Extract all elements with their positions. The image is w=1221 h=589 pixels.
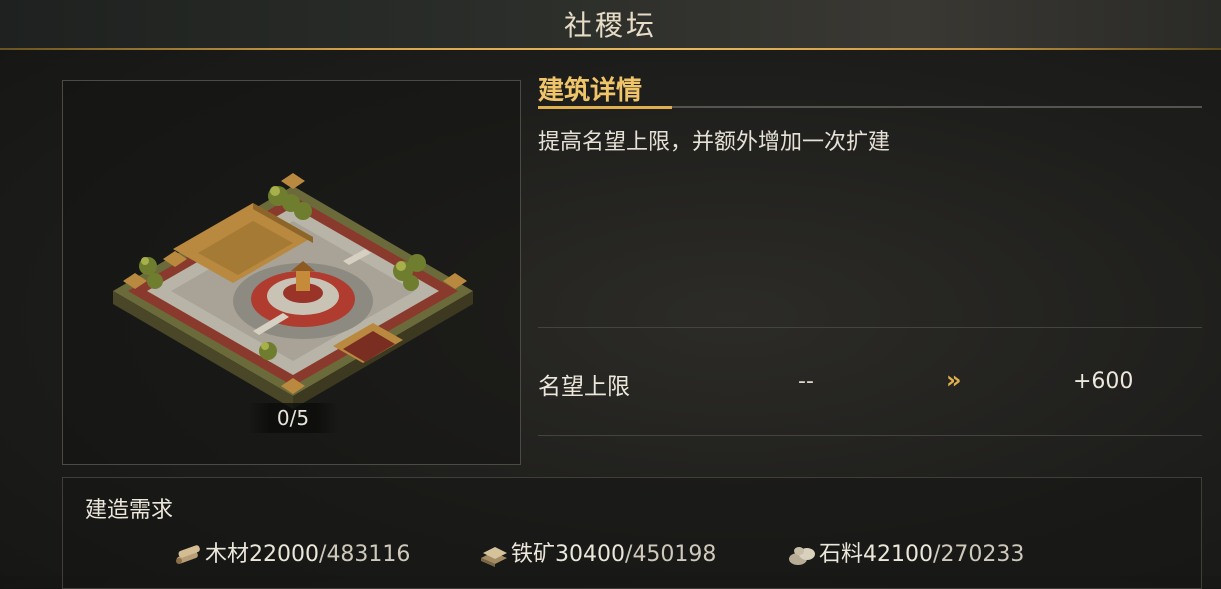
- altar-building-image: [113, 173, 473, 409]
- resource-required: 42100: [863, 542, 934, 567]
- resource-owned: 483116: [326, 542, 411, 567]
- stat-name: 名望上限: [538, 374, 630, 400]
- resource-iron: 铁矿30400/450198: [479, 540, 716, 570]
- requirements-title: 建造需求: [85, 498, 174, 523]
- resource-name: 石料: [819, 542, 864, 567]
- building-description: 提高名望上限，并额外增加一次扩建: [538, 130, 891, 155]
- resource-owned: 270233: [940, 542, 1025, 567]
- resource-stone: 石料42100/270233: [787, 540, 1024, 570]
- details-underline: [538, 106, 1202, 109]
- upgrade-arrow-icon: »: [946, 366, 962, 394]
- details-underline-highlight: [538, 106, 672, 109]
- resource-wood: 木材22000/483116: [173, 540, 410, 570]
- resource-required: 22000: [249, 542, 320, 567]
- resource-owned: 450198: [632, 542, 717, 567]
- wood-icon: [176, 545, 200, 564]
- stat-current-value: --: [798, 369, 814, 394]
- resource-required: 30400: [555, 542, 626, 567]
- title-accent-line: [0, 48, 1221, 50]
- page-title: 社稷坛: [563, 9, 657, 42]
- stat-divider-bottom: [538, 435, 1202, 436]
- stat-next-value: +600: [1073, 369, 1134, 394]
- stat-divider-top: [538, 327, 1202, 328]
- details-heading: 建筑详情: [538, 76, 643, 106]
- stone-icon: [789, 547, 815, 565]
- build-progress: 0/5: [248, 403, 338, 433]
- iron-ore-icon: [481, 547, 507, 567]
- title-bar: 社稷坛: [0, 0, 1221, 50]
- resource-name: 铁矿: [511, 542, 556, 567]
- requirements-panel: 建造需求 木材22000/483116 铁矿30400/450198 石料421…: [62, 477, 1202, 589]
- building-image-panel: 0/5: [62, 80, 521, 465]
- resource-name: 木材: [205, 542, 250, 567]
